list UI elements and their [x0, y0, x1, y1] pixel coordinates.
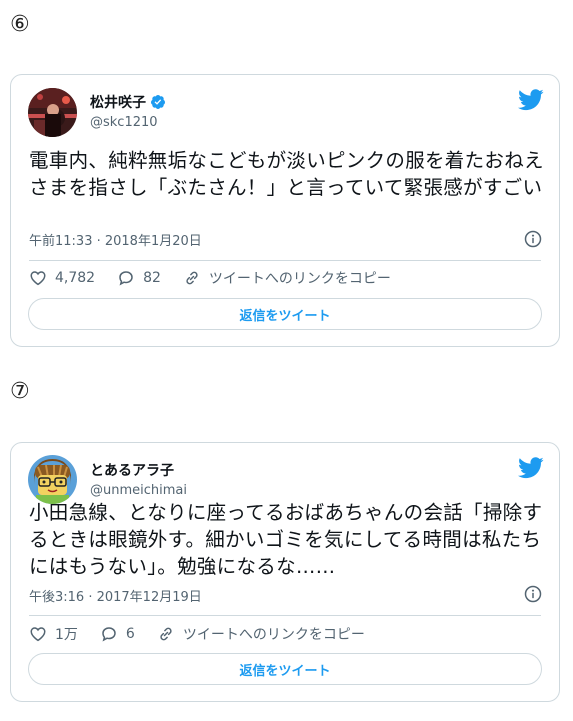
reply-button[interactable]: 返信をツイート [28, 653, 542, 685]
reply-count-button[interactable]: 6 [100, 625, 135, 643]
twitter-bird-icon[interactable] [518, 89, 544, 111]
avatar[interactable] [28, 88, 77, 137]
heart-icon [30, 627, 46, 642]
divider [29, 260, 541, 261]
link-icon [186, 271, 198, 285]
author-handle[interactable]: @skc1210 [90, 115, 158, 130]
twitter-bird-icon[interactable] [518, 457, 544, 479]
copy-link-label: ツイートへのリンクをコピー [182, 627, 365, 643]
author-name[interactable]: とあるアラ子 [90, 460, 174, 480]
action-bar: 1万 6 ツイートへのリンクをコピー [29, 624, 387, 644]
author-name-row[interactable]: とあるアラ子 [90, 460, 174, 480]
author-name-row[interactable]: 松井咲子 [90, 92, 166, 112]
like-button[interactable]: 4,782 [29, 269, 95, 287]
author-name[interactable]: 松井咲子 [90, 92, 146, 112]
tweet-timestamp[interactable]: 午前11:33 · 2018年1月20日 [29, 230, 202, 249]
tweet-text: 小田急線、となりに座ってるおばあちゃんの会話「掃除するときは眼鏡外す。細かいゴミ… [29, 501, 543, 578]
info-icon[interactable] [524, 230, 542, 248]
section-number-7: ⑦ [10, 379, 30, 404]
reply-count: 6 [125, 626, 135, 642]
verified-badge-icon [151, 95, 165, 110]
avatar-photo [28, 88, 77, 137]
copy-link-button[interactable]: ツイートへのリンクをコピー [183, 268, 391, 288]
like-count: 4,782 [55, 270, 96, 286]
reply-count-button[interactable]: 82 [117, 269, 161, 287]
heart-icon [30, 271, 46, 286]
section-number-6: ⑥ [10, 12, 30, 37]
speech-bubble-icon [102, 627, 116, 642]
tweet-card[interactable]: 松井咲子 @skc1210 電車内、純粋無垢なこどもが淡いピンクの服を着たおねえ… [10, 74, 560, 347]
like-button[interactable]: 1万 [29, 624, 78, 644]
tweet-text: 電車内、純粋無垢なこどもが淡いピンクの服を着たおねえさまを指さし「ぶたさん！」と… [29, 149, 544, 199]
divider [29, 615, 541, 616]
speech-bubble-icon [119, 271, 133, 286]
author-handle[interactable]: @unmeichimai [90, 483, 187, 498]
like-count: 1万 [55, 627, 78, 643]
reply-button[interactable]: 返信をツイート [28, 298, 542, 330]
action-bar: 4,782 82 ツイートへのリンクをコピー [29, 268, 413, 288]
link-icon [160, 627, 172, 641]
reply-count: 82 [143, 270, 161, 286]
tweet-timestamp[interactable]: 午後3:16 · 2017年12月19日 [29, 586, 202, 605]
copy-link-button[interactable]: ツイートへのリンクをコピー [157, 624, 365, 644]
tweet-card[interactable]: とあるアラ子 @unmeichimai 小田急線、となりに座ってるおばあちゃんの… [10, 442, 560, 702]
copy-link-label: ツイートへのリンクをコピー [208, 271, 391, 287]
avatar[interactable] [28, 455, 77, 504]
avatar-illustration [28, 455, 77, 504]
info-icon[interactable] [524, 585, 542, 603]
